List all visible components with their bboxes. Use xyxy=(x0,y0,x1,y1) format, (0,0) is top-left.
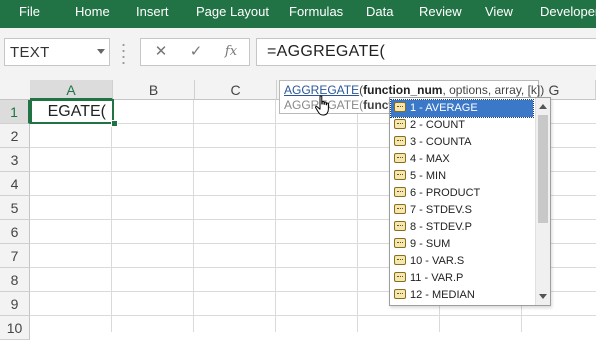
name-box[interactable]: TEXT xyxy=(4,38,110,66)
function-option-icon xyxy=(394,272,406,283)
option-sum[interactable]: 9 - SUM xyxy=(391,236,533,253)
function-option-icon xyxy=(394,102,406,113)
function-option-icon xyxy=(394,238,406,249)
row-header-7[interactable]: 7 xyxy=(0,244,30,268)
active-cell-a1[interactable]: EGATE( xyxy=(30,99,114,124)
name-box-value: TEXT xyxy=(10,44,50,61)
function-option-icon xyxy=(394,255,406,266)
option-stdev-p[interactable]: 8 - STDEV.P xyxy=(391,219,533,236)
option-var-s[interactable]: 10 - VAR.S xyxy=(391,253,533,270)
function-option-icon xyxy=(394,289,406,300)
function-option-icon xyxy=(394,136,406,147)
scroll-up-icon[interactable] xyxy=(539,104,547,109)
tab-view[interactable]: View xyxy=(485,0,513,24)
row-header-3[interactable]: 3 xyxy=(0,148,30,172)
function-num-dropdown[interactable]: 1 - AVERAGE 2 - COUNT 3 - COUNTA 4 - MAX… xyxy=(389,97,551,306)
tab-file[interactable]: File xyxy=(19,0,40,24)
tab-review[interactable]: Review xyxy=(419,0,462,24)
option-max[interactable]: 4 - MAX xyxy=(391,151,533,168)
option-var-p[interactable]: 11 - VAR.P xyxy=(391,270,533,287)
option-min[interactable]: 5 - MIN xyxy=(391,168,533,185)
function-option-icon xyxy=(394,204,406,215)
function-option-icon xyxy=(394,153,406,164)
function-option-icon xyxy=(394,119,406,130)
ribbon-tab-bar: File Home Insert Page Layout Formulas Da… xyxy=(0,0,596,28)
formula-bar-area: TEXT ✕ ✓ fx =AGGREGATE( xyxy=(0,28,596,81)
row-header-2[interactable]: 2 xyxy=(0,124,30,148)
tooltip-current-arg: function_num xyxy=(363,83,443,97)
tab-developer[interactable]: Developer xyxy=(540,0,596,24)
function-option-icon xyxy=(394,170,406,181)
option-stdev-s[interactable]: 7 - STDEV.S xyxy=(391,202,533,219)
tooltip-rest-args: , options, array, [k]) xyxy=(442,83,545,97)
row-header-4[interactable]: 4 xyxy=(0,172,30,196)
option-count[interactable]: 2 - COUNT xyxy=(391,117,533,134)
tab-insert[interactable]: Insert xyxy=(136,0,169,24)
function-option-icon xyxy=(394,187,406,198)
row-header-10[interactable]: 10 xyxy=(0,316,30,340)
scroll-thumb[interactable] xyxy=(538,115,548,223)
formula-text: =AGGREGATE( xyxy=(267,43,386,60)
tab-formulas[interactable]: Formulas xyxy=(289,0,343,24)
resize-grip[interactable] xyxy=(122,42,125,64)
option-average[interactable]: 1 - AVERAGE xyxy=(390,99,534,118)
hand-cursor-icon xyxy=(315,95,329,116)
fill-handle[interactable] xyxy=(111,120,118,127)
column-header-b[interactable]: B xyxy=(113,80,195,100)
insert-function-icon[interactable]: fx xyxy=(214,39,248,65)
cancel-icon[interactable]: ✕ xyxy=(144,39,178,65)
chevron-down-icon[interactable] xyxy=(97,49,105,54)
tooltip-alt-signature: AGGREGATE(functio xyxy=(284,98,403,112)
column-header-a[interactable]: A xyxy=(30,80,113,100)
active-cell-text: EGATE( xyxy=(47,103,106,120)
row-header-5[interactable]: 5 xyxy=(0,196,30,220)
row-header-1[interactable]: 1 xyxy=(0,100,30,124)
tab-page-layout[interactable]: Page Layout xyxy=(196,0,269,24)
enter-icon[interactable]: ✓ xyxy=(179,39,213,65)
scroll-down-icon[interactable] xyxy=(539,294,547,299)
row-header-6[interactable]: 6 xyxy=(0,220,30,244)
select-all-corner[interactable] xyxy=(0,80,31,100)
option-median[interactable]: 12 - MEDIAN xyxy=(391,287,533,304)
formula-input[interactable]: =AGGREGATE( xyxy=(256,38,596,66)
row-header-8[interactable]: 8 xyxy=(0,268,30,292)
tab-data[interactable]: Data xyxy=(366,0,393,24)
dropdown-scrollbar[interactable] xyxy=(535,98,550,305)
tab-home[interactable]: Home xyxy=(75,0,110,24)
row-header-9[interactable]: 9 xyxy=(0,292,30,316)
column-header-c[interactable]: C xyxy=(195,80,277,100)
function-option-icon xyxy=(394,221,406,232)
option-product[interactable]: 6 - PRODUCT xyxy=(391,185,533,202)
option-counta[interactable]: 3 - COUNTA xyxy=(391,134,533,151)
formula-buttons: ✕ ✓ fx xyxy=(140,38,250,66)
